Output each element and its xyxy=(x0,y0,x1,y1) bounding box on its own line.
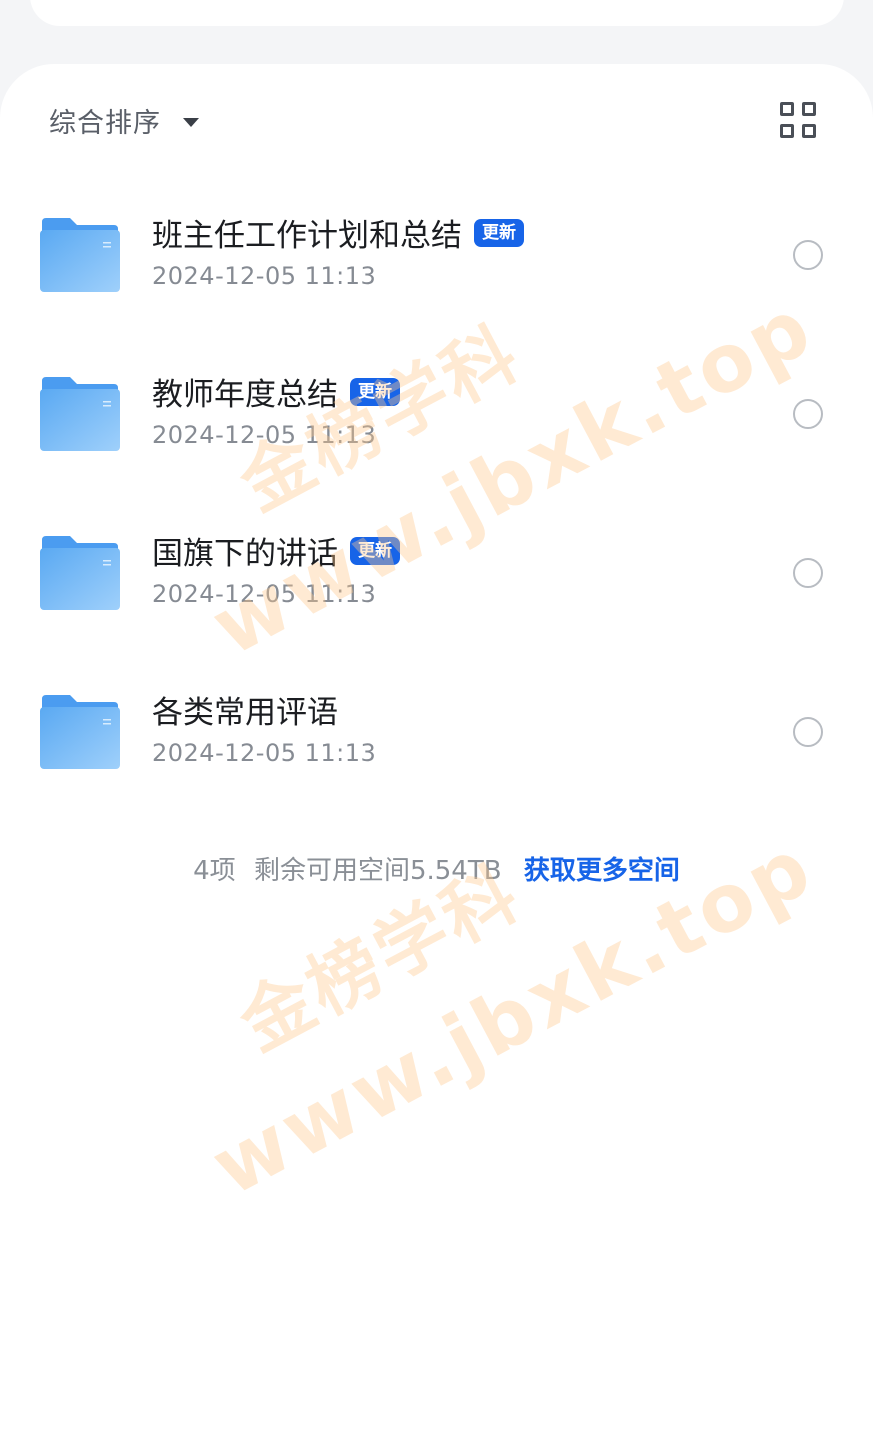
caret-down-icon xyxy=(183,117,199,127)
sort-label: 综合排序 xyxy=(49,107,161,139)
file-name: 各类常用评语 xyxy=(152,687,338,732)
update-badge: 更新 xyxy=(474,218,524,247)
folder-icon xyxy=(40,218,120,292)
update-badge: 更新 xyxy=(350,377,400,406)
select-radio[interactable] xyxy=(793,240,823,270)
select-radio[interactable] xyxy=(793,399,823,429)
file-name-text: 班主任工作计划和总结 xyxy=(152,218,462,254)
file-name-text: 教师年度总结 xyxy=(152,377,338,413)
file-date: 2024-12-05 11:13 xyxy=(152,580,377,608)
select-radio[interactable] xyxy=(793,558,823,588)
select-radio[interactable] xyxy=(793,717,823,747)
file-name-text: 国旗下的讲话 xyxy=(152,536,338,572)
list-item[interactable]: 各类常用评语 2024-12-05 11:13 xyxy=(0,673,873,793)
get-more-space-link[interactable]: 获取更多空间 xyxy=(524,856,680,886)
folder-icon xyxy=(40,536,120,610)
file-date: 2024-12-05 11:13 xyxy=(152,421,377,449)
list-item[interactable]: 国旗下的讲话 更新 2024-12-05 11:13 xyxy=(0,514,873,634)
file-name: 国旗下的讲话 更新 xyxy=(152,528,400,573)
file-name: 教师年度总结 更新 xyxy=(152,369,400,414)
list-item[interactable]: 教师年度总结 更新 2024-12-05 11:13 xyxy=(0,355,873,475)
file-date: 2024-12-05 11:13 xyxy=(152,262,377,290)
sort-dropdown[interactable]: 综合排序 xyxy=(49,100,199,140)
top-card xyxy=(30,0,844,26)
storage-footer: 4项 剩余可用空间5.54TB 获取更多空间 xyxy=(0,850,873,887)
list-item[interactable]: 班主任工作计划和总结 更新 2024-12-05 11:13 xyxy=(0,196,873,316)
file-name: 班主任工作计划和总结 更新 xyxy=(152,210,524,255)
update-badge: 更新 xyxy=(350,536,400,565)
folder-icon xyxy=(40,695,120,769)
item-count: 4项 xyxy=(193,856,236,886)
storage-remaining: 剩余可用空间5.54TB xyxy=(253,856,502,886)
grid-view-icon[interactable] xyxy=(780,102,816,138)
file-name-text: 各类常用评语 xyxy=(152,695,338,731)
folder-icon xyxy=(40,377,120,451)
file-date: 2024-12-05 11:13 xyxy=(152,739,377,767)
